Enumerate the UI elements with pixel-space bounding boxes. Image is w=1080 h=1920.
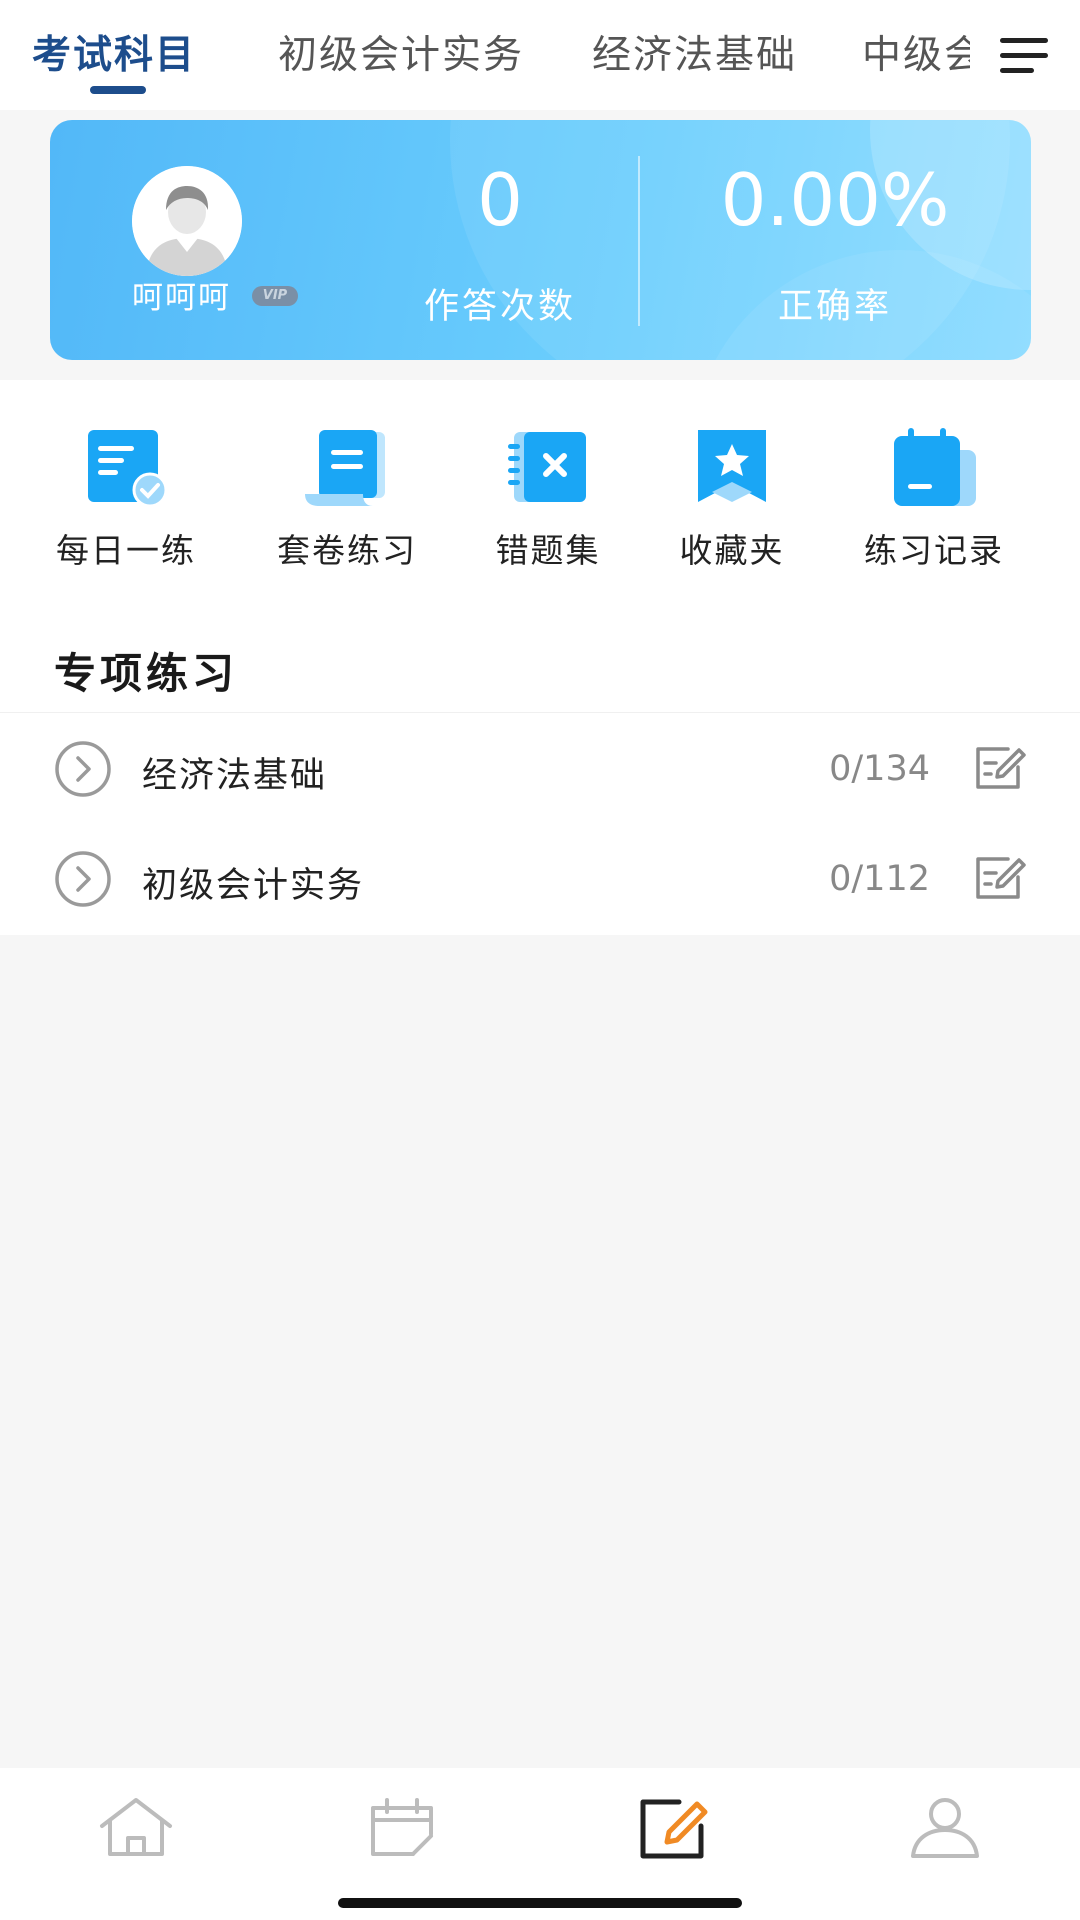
chevron-right-circle-icon <box>55 851 111 907</box>
quick-actions: 每日一练 套卷练习 错题集 收藏夹 练习记录 <box>0 380 1080 600</box>
chevron-right-circle-icon <box>55 741 111 797</box>
action-daily-practice[interactable]: 每日一练 <box>26 420 226 590</box>
action-label: 套卷练习 <box>277 531 417 570</box>
tab-intermediate[interactable]: 中级会 <box>862 24 970 80</box>
action-label: 练习记录 <box>864 531 1004 570</box>
practice-edit-icon[interactable] <box>635 1794 715 1860</box>
tab-economic-law[interactable]: 经济法基础 <box>592 24 797 80</box>
special-practice-section: 专项练习 经济法基础 0/134 初级会计实务 0/112 <box>0 600 1080 935</box>
list-item[interactable]: 初级会计实务 0/112 <box>0 823 1080 933</box>
card-divider <box>638 156 640 326</box>
action-label: 错题集 <box>495 531 601 570</box>
practice-record-icon <box>894 428 976 506</box>
top-bar: 考试科目 初级会计实务 经济法基础 中级会 <box>0 0 1080 110</box>
subject-name: 初级会计实务 <box>142 866 365 906</box>
section-title: 专项练习 <box>54 649 239 698</box>
menu-icon[interactable] <box>1000 38 1048 74</box>
accuracy-label: 正确率 <box>777 287 892 327</box>
app-root: 考试科目 初级会计实务 经济法基础 中级会 呵呵呵 VIP 0 作答次数 0.0… <box>0 0 1080 1920</box>
avatar-placeholder-icon <box>132 166 242 276</box>
profile-icon[interactable] <box>905 1794 985 1860</box>
paper-set-icon <box>305 430 385 506</box>
edit-icon[interactable] <box>972 743 1026 793</box>
avatar[interactable] <box>132 166 242 276</box>
tab-junior-accounting[interactable]: 初级会计实务 <box>278 24 524 80</box>
progress-count: 0/112 <box>829 859 930 899</box>
username: 呵呵呵 <box>132 280 231 316</box>
action-favorites[interactable]: 收藏夹 <box>632 420 832 590</box>
list-item[interactable]: 经济法基础 0/134 <box>0 713 1080 823</box>
favorites-icon <box>698 430 766 502</box>
accuracy-value: 0.00% <box>720 158 950 242</box>
home-icon[interactable] <box>96 1794 176 1860</box>
progress-count: 0/134 <box>829 749 930 789</box>
subject-tabs: 考试科目 初级会计实务 经济法基础 中级会 <box>0 0 970 110</box>
daily-practice-icon <box>88 430 168 508</box>
answer-count-label: 作答次数 <box>423 287 576 327</box>
subject-name: 经济法基础 <box>142 756 328 796</box>
action-paper-set[interactable]: 套卷练习 <box>247 420 447 590</box>
stats-card: 呵呵呵 VIP 0 作答次数 0.00% 正确率 <box>50 120 1031 360</box>
vip-badge: VIP <box>252 286 298 306</box>
action-practice-record[interactable]: 练习记录 <box>834 420 1034 590</box>
action-wrong-questions[interactable]: 错题集 <box>448 420 648 590</box>
edit-icon[interactable] <box>972 853 1026 903</box>
active-tab-indicator <box>90 86 146 94</box>
answer-count-value: 0 <box>477 158 523 242</box>
wrong-questions-icon <box>508 432 586 502</box>
home-indicator <box>338 1898 742 1908</box>
calendar-icon[interactable] <box>365 1794 445 1860</box>
tab-exam-subjects[interactable]: 考试科目 <box>32 24 196 80</box>
action-label: 收藏夹 <box>679 531 785 570</box>
action-label: 每日一练 <box>56 531 196 570</box>
